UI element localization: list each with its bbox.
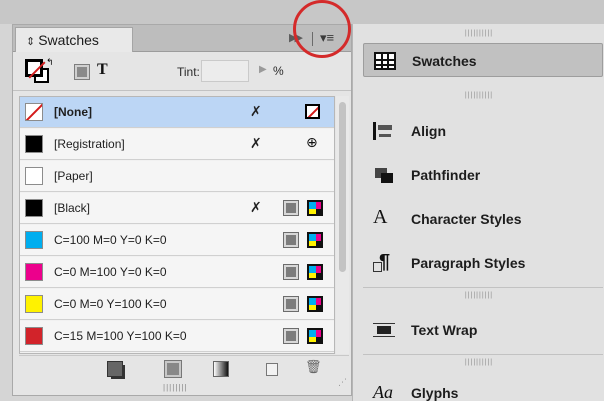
- dock-item-label: Align: [411, 123, 446, 139]
- dock-item-swatches[interactable]: Swatches: [363, 43, 603, 77]
- cmyk-icon: [307, 264, 323, 280]
- paragraph-styles-icon: [373, 251, 395, 274]
- dock-item-glyphs[interactable]: Aa Glyphs: [363, 376, 603, 401]
- cmyk-icon: [307, 200, 323, 216]
- list-item[interactable]: C=100 M=0 Y=0 K=0: [20, 225, 334, 256]
- dock-item-label: Character Styles: [411, 211, 522, 227]
- collapse-toggle-icon[interactable]: ⇕: [26, 36, 35, 48]
- dock-grip[interactable]: ||||||||||: [353, 357, 604, 369]
- swatch-chip: [25, 327, 43, 345]
- swap-icon[interactable]: ↰: [46, 57, 54, 68]
- tab-swatches-label: Swatches: [38, 32, 99, 48]
- swatch-chip: [25, 199, 43, 217]
- swatch-name: C=100 M=0 Y=0 K=0: [54, 233, 167, 247]
- no-edit-icon: ✗: [250, 103, 262, 119]
- resize-grip-icon[interactable]: ⋰: [338, 377, 347, 388]
- swatch-chip: [25, 103, 43, 121]
- swatch-chip: [25, 167, 43, 185]
- swatch-chip: [25, 263, 43, 281]
- divider: [363, 354, 603, 355]
- swatches-panel: ⇕ Swatches ▶▶ ▾≡ ↰ T Tint: ▶ % [None] ✗ […: [12, 24, 352, 396]
- divider: [363, 287, 603, 288]
- tint-input[interactable]: [201, 60, 249, 82]
- stroke-box[interactable]: [25, 59, 46, 79]
- tab-swatches[interactable]: ⇕ Swatches: [15, 27, 133, 52]
- list-item[interactable]: C=0 M=100 Y=0 K=0: [20, 257, 334, 288]
- no-edit-icon: ✗: [250, 135, 262, 151]
- swatch-name: [Black]: [54, 201, 91, 215]
- cmyk-icon: [307, 296, 323, 312]
- swatch-chip: [25, 295, 43, 313]
- dock-item-label: Glyphs: [411, 385, 459, 401]
- dock-item-align[interactable]: Align: [363, 114, 603, 148]
- dock-item-text-wrap[interactable]: Text Wrap: [363, 313, 603, 347]
- tint-label: Tint:: [177, 65, 200, 79]
- swatch-list: [None] ✗ [Registration] ✗ ⊕ [Paper] [Bla…: [19, 96, 335, 354]
- swatch-name: C=15 M=100 Y=100 K=0: [54, 329, 187, 343]
- highlight-circle: [293, 0, 351, 58]
- list-item[interactable]: [Paper]: [20, 161, 334, 192]
- swatch-name: [None]: [54, 105, 92, 119]
- list-item[interactable]: [Black] ✗: [20, 193, 334, 224]
- tint-percent: %: [273, 64, 284, 78]
- new-swatch-icon[interactable]: [266, 363, 278, 376]
- show-gradient-swatches-icon[interactable]: [213, 361, 229, 377]
- panel-dock: |||||||||| Swatches |||||||||| Align Pat…: [352, 24, 604, 401]
- dock-item-label: Text Wrap: [411, 322, 478, 338]
- cmyk-icon: [307, 328, 323, 344]
- list-item[interactable]: [None] ✗: [20, 97, 334, 128]
- swatch-name: C=0 M=100 Y=0 K=0: [54, 265, 167, 279]
- list-item[interactable]: [Registration] ✗ ⊕: [20, 129, 334, 160]
- dock-item-label: Swatches: [412, 53, 477, 69]
- process-color-icon: [284, 233, 298, 247]
- character-styles-icon: A: [373, 206, 388, 228]
- dock-item-pathfinder[interactable]: Pathfinder: [363, 158, 603, 192]
- swatch-chip: [25, 231, 43, 249]
- process-color-icon: [284, 265, 298, 279]
- show-color-swatches-icon[interactable]: [165, 361, 181, 377]
- dock-item-label: Paragraph Styles: [411, 255, 526, 271]
- trash-icon[interactable]: 🗑: [305, 359, 322, 375]
- no-edit-icon: ✗: [250, 199, 262, 215]
- formatting-container-icon[interactable]: [75, 65, 89, 79]
- swatch-toolbar: ↰ T Tint: ▶ %: [13, 53, 351, 91]
- none-icon: [305, 104, 320, 119]
- list-item[interactable]: C=15 M=100 Y=100 K=0: [20, 321, 334, 352]
- dock-grip[interactable]: ||||||||||: [353, 290, 604, 302]
- tint-arrow-icon[interactable]: ▶: [259, 64, 267, 75]
- swatch-chip: [25, 135, 43, 153]
- scrollbar[interactable]: [336, 96, 349, 354]
- fill-stroke-icon[interactable]: ↰: [25, 57, 54, 85]
- process-color-icon: [284, 297, 298, 311]
- pathfinder-icon: [373, 166, 395, 184]
- swatch-name: C=0 M=0 Y=100 K=0: [54, 297, 167, 311]
- panel-grip[interactable]: ||||||||: [163, 383, 188, 392]
- swatch-bottom-toolbar: 🗑: [19, 355, 349, 383]
- swatches-grid-icon: [374, 52, 396, 70]
- formatting-text-icon[interactable]: T: [97, 61, 108, 79]
- dock-item-label: Pathfinder: [411, 167, 481, 183]
- list-item[interactable]: C=0 M=0 Y=100 K=0: [20, 289, 334, 320]
- text-wrap-icon: [373, 321, 395, 339]
- dock-item-character-styles[interactable]: A Character Styles: [363, 202, 603, 236]
- show-all-swatches-icon[interactable]: [107, 361, 123, 377]
- dock-grip[interactable]: ||||||||||: [353, 90, 604, 102]
- swatch-name: [Paper]: [54, 169, 93, 183]
- align-icon: [373, 122, 395, 140]
- scrollbar-thumb[interactable]: [339, 102, 346, 272]
- process-color-icon: [284, 329, 298, 343]
- swatch-name: [Registration]: [54, 137, 125, 151]
- registration-icon: ⊕: [306, 134, 318, 150]
- cmyk-icon: [307, 232, 323, 248]
- glyphs-icon: Aa: [373, 382, 393, 401]
- dock-item-paragraph-styles[interactable]: Paragraph Styles: [363, 246, 603, 280]
- dock-grip[interactable]: ||||||||||: [353, 28, 604, 40]
- process-color-icon: [284, 201, 298, 215]
